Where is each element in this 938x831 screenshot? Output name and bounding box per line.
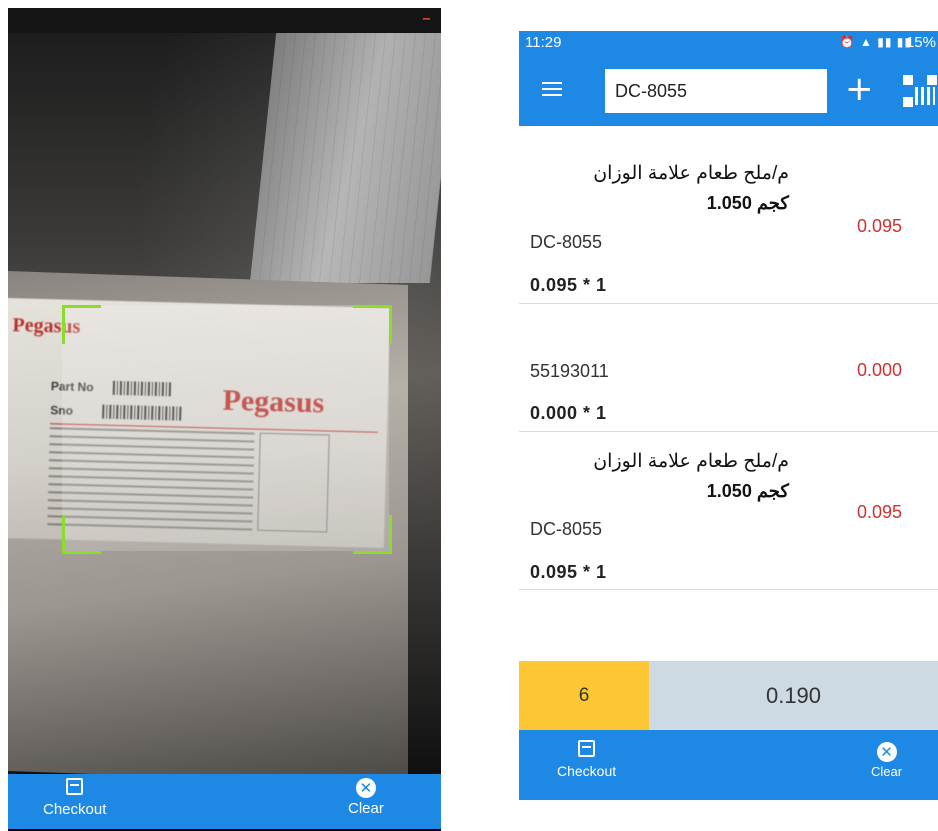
signal-wifi-icons: ⏰ ▲ ▮▮ ▮▮ <box>839 35 912 49</box>
scan-corner-top-left <box>62 305 101 344</box>
item-count: 6 <box>519 661 649 730</box>
clear-label: Clear <box>871 764 903 779</box>
item-code: 55193011 <box>530 361 609 381</box>
menu-icon[interactable] <box>542 82 562 96</box>
checkout-label: Checkout <box>43 801 107 818</box>
list-item[interactable]: م/ملح طعام علامة الوزان 1.050 كجم DC-805… <box>519 126 938 304</box>
item-name: م/ملح طعام علامة الوزان <box>593 451 789 472</box>
scan-area <box>62 305 389 551</box>
checkout-label: Checkout <box>557 763 617 779</box>
cart-summary: 6 0.190 <box>519 661 938 730</box>
cart-screen: 11:29 ⏰ ▲ ▮▮ ▮▮ 15% + م/ملح طعام علامة ا… <box>519 31 938 800</box>
save-icon <box>66 778 84 795</box>
scan-corner-bottom-left <box>62 515 101 554</box>
scanner-screen: – Pegasus Pegasus Part No Sno Checkout ✕… <box>8 8 441 831</box>
clear-button[interactable]: ✕ Clear <box>871 742 902 779</box>
qr-scan-icon[interactable] <box>903 75 937 107</box>
save-icon <box>578 740 596 757</box>
app-bar: + <box>519 55 938 126</box>
item-code: DC-8055 <box>530 519 603 539</box>
status-time: 11:29 <box>525 34 562 51</box>
add-icon[interactable]: + <box>845 69 874 109</box>
checkout-button[interactable]: Checkout <box>557 740 616 779</box>
list-item[interactable]: 55193011 0.000 * 1 0.000 <box>519 304 938 432</box>
item-weight: 1.050 كجم <box>706 193 789 213</box>
item-price: 0.095 <box>856 502 902 522</box>
status-bar: – <box>8 8 441 33</box>
item-qty-line: 0.095 * 1 <box>530 275 607 295</box>
item-name: م/ملح طعام علامة الوزان <box>593 163 789 184</box>
item-qty-line: 0.000 * 1 <box>530 403 607 423</box>
clear-button[interactable]: ✕ Clear <box>348 778 384 817</box>
barcode-search-input[interactable] <box>605 69 827 113</box>
cart-list: م/ملح طعام علامة الوزان 1.050 كجم DC-805… <box>519 126 938 590</box>
checkout-button[interactable]: Checkout <box>43 778 106 818</box>
item-price: 0.095 <box>856 216 902 236</box>
notification-dash-icon: – <box>422 8 431 29</box>
bottom-nav: Checkout ✕ Clear <box>519 730 938 800</box>
item-weight: 1.050 كجم <box>706 481 789 501</box>
item-code: DC-8055 <box>530 232 603 252</box>
clear-label: Clear <box>348 800 384 817</box>
battery-level: 15% <box>905 34 936 51</box>
camera-viewfinder[interactable]: Pegasus Pegasus Part No Sno <box>8 33 441 785</box>
close-circle-icon: ✕ <box>355 778 376 798</box>
background-papers <box>249 33 441 283</box>
close-circle-icon: ✕ <box>876 742 897 762</box>
scan-corner-top-right <box>353 305 392 344</box>
total-amount: 0.190 <box>649 661 938 730</box>
list-item[interactable]: م/ملح طعام علامة الوزان 1.050 كجم DC-805… <box>519 432 938 590</box>
scan-corner-bottom-right <box>353 515 392 554</box>
bottom-nav: Checkout ✕ Clear <box>8 774 441 829</box>
item-qty-line: 0.095 * 1 <box>530 562 607 582</box>
item-price: 0.000 <box>856 360 902 380</box>
status-bar: 11:29 ⏰ ▲ ▮▮ ▮▮ 15% <box>519 31 938 55</box>
